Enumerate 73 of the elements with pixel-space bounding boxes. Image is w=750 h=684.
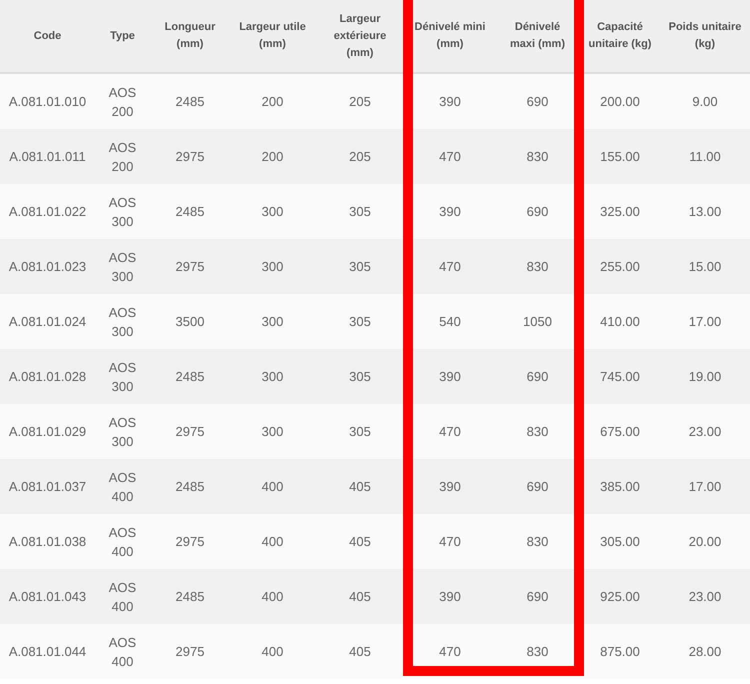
table-cell: 3500: [150, 294, 230, 349]
table-cell: 305: [315, 349, 405, 404]
table-cell: A.081.01.011: [0, 129, 95, 184]
table-cell: 19.00: [660, 349, 750, 404]
table-cell: AOS 300: [95, 184, 150, 239]
table-cell: AOS 400: [95, 569, 150, 624]
table-cell: 28.00: [660, 624, 750, 679]
table-cell: A.081.01.024: [0, 294, 95, 349]
table-cell: 200: [230, 129, 315, 184]
table-cell: AOS 400: [95, 459, 150, 514]
table-cell: 13.00: [660, 184, 750, 239]
table-cell: 2975: [150, 239, 230, 294]
table-cell: A.081.01.029: [0, 404, 95, 459]
column-header: Largeur utile (mm): [230, 0, 315, 73]
table-cell: 305: [315, 404, 405, 459]
table-cell: 300: [230, 404, 315, 459]
column-header: Longueur (mm): [150, 0, 230, 73]
table-cell: 23.00: [660, 569, 750, 624]
table-cell: A.081.01.028: [0, 349, 95, 404]
table-cell: 2975: [150, 404, 230, 459]
table-cell: 400: [230, 514, 315, 569]
table-cell: 2485: [150, 569, 230, 624]
table-cell: 400: [230, 459, 315, 514]
table-cell: 205: [315, 73, 405, 129]
table-cell: 405: [315, 514, 405, 569]
column-header: Largeur extérieure (mm): [315, 0, 405, 73]
table-cell: 300: [230, 184, 315, 239]
table-cell: 300: [230, 294, 315, 349]
table-cell: 405: [315, 569, 405, 624]
table-cell: 400: [230, 624, 315, 679]
table-cell: 20.00: [660, 514, 750, 569]
table-cell: 2485: [150, 459, 230, 514]
table-cell: 205: [315, 129, 405, 184]
table-cell: 305: [315, 184, 405, 239]
table-cell: A.081.01.037: [0, 459, 95, 514]
table-cell: AOS 300: [95, 404, 150, 459]
column-header: Code: [0, 0, 95, 73]
table-cell: AOS 300: [95, 349, 150, 404]
table-cell: AOS 200: [95, 73, 150, 129]
table-cell: 405: [315, 624, 405, 679]
table-cell: A.081.01.023: [0, 239, 95, 294]
column-header: Type: [95, 0, 150, 73]
table-cell: 23.00: [660, 404, 750, 459]
table-cell: 2485: [150, 184, 230, 239]
table-cell: 300: [230, 239, 315, 294]
table-cell: 305: [315, 294, 405, 349]
table-cell: A.081.01.043: [0, 569, 95, 624]
table-cell: 2975: [150, 514, 230, 569]
table-cell: 2975: [150, 624, 230, 679]
table-cell: AOS 200: [95, 129, 150, 184]
table-cell: 2485: [150, 349, 230, 404]
table-cell: 15.00: [660, 239, 750, 294]
table-cell: AOS 300: [95, 239, 150, 294]
column-header: Poids unitaire (kg): [660, 0, 750, 73]
table-cell: 17.00: [660, 294, 750, 349]
table-cell: A.081.01.022: [0, 184, 95, 239]
table-cell: 400: [230, 569, 315, 624]
table-cell: A.081.01.038: [0, 514, 95, 569]
table-cell: A.081.01.044: [0, 624, 95, 679]
table-cell: AOS 300: [95, 294, 150, 349]
table-cell: 2975: [150, 129, 230, 184]
table-cell: 9.00: [660, 73, 750, 129]
table-cell: 405: [315, 459, 405, 514]
table-cell: 2485: [150, 73, 230, 129]
table-cell: AOS 400: [95, 514, 150, 569]
table-cell: 17.00: [660, 459, 750, 514]
table-cell: 11.00: [660, 129, 750, 184]
table-cell: 305: [315, 239, 405, 294]
table-cell: 875.00: [580, 624, 660, 679]
table-cell: AOS 400: [95, 624, 150, 679]
table-cell: 200: [230, 73, 315, 129]
table-cell: A.081.01.010: [0, 73, 95, 129]
table-cell: 300: [230, 349, 315, 404]
